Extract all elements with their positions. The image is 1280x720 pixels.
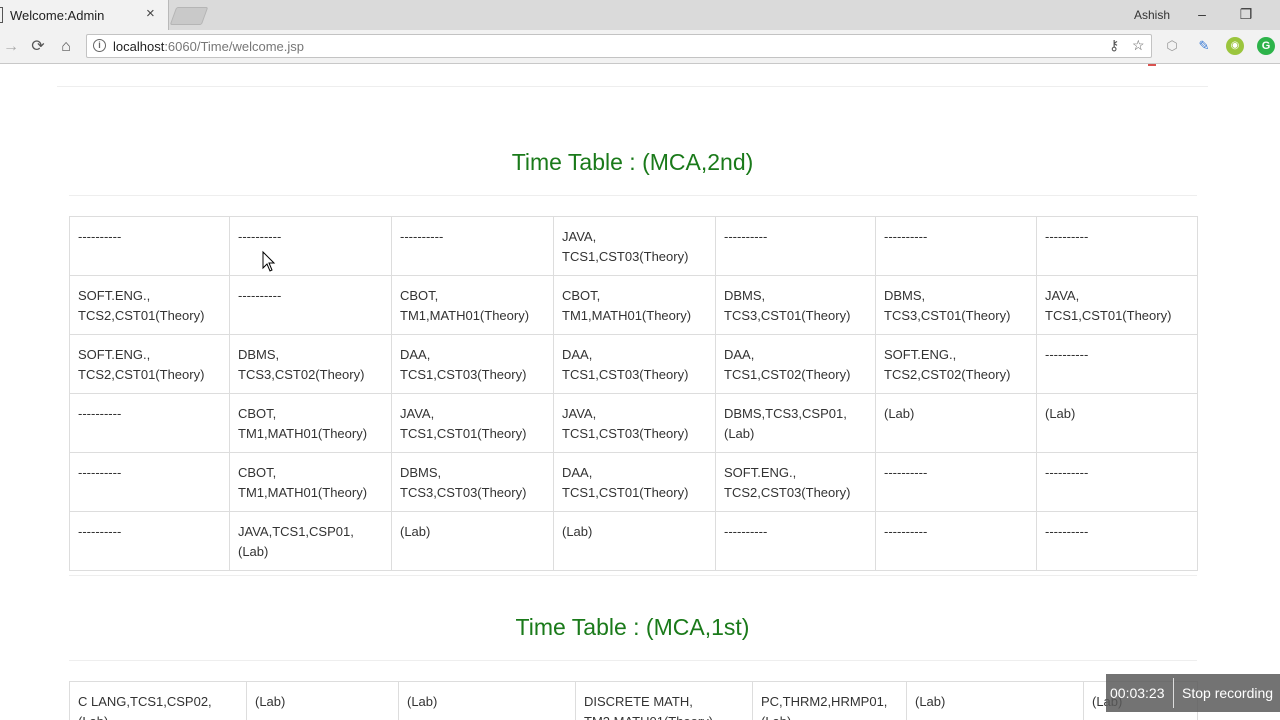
table-cell: ---------- [1036,452,1198,512]
stop-recording-button[interactable]: Stop recording [1182,685,1273,701]
table-cell: DBMS, TCS3,CST03(Theory) [391,452,554,512]
timetable-mca-1st: C LANG,TCS1,CSP02, (Lab)(Lab)(Lab)DISCRE… [69,681,1198,720]
table-cell: DAA, TCS1,CST01(Theory) [553,452,716,512]
minimize-button[interactable]: – [1190,4,1214,24]
reload-icon[interactable]: ⟳ [27,36,49,58]
divider [57,86,1208,87]
forward-icon[interactable]: → [0,36,22,58]
table-cell: JAVA, TCS1,CST01(Theory) [1036,275,1198,335]
table-cell: ---------- [69,216,230,276]
screen-recorder-bar: 00:03:23 Stop recording [1106,674,1280,712]
table-cell: (Lab) [246,681,399,720]
red-text-fragment [1148,64,1156,66]
key-icon[interactable]: ⚷ [1109,37,1119,54]
table-row: ---------- CBOT, TM1,MATH01(Theory) DBMS, … [69,452,1198,512]
table-row: SOFT.ENG., TCS2,CST01(Theory) DBMS, TCS3,… [69,334,1198,394]
timetable-mca-2nd: ---------- ---------- ---------- JAVA, TCS1… [69,216,1198,571]
table-cell: DAA, TCS1,CST02(Theory) [715,334,876,394]
tab-close-icon[interactable]: × [146,6,155,22]
table-cell: SOFT.ENG., TCS2,CST01(Theory) [69,334,230,394]
table-row: ---------- CBOT, TM1,MATH01(Theory) JAVA, … [69,393,1198,453]
table-cell: C LANG,TCS1,CSP02, (Lab) [69,681,247,720]
table-cell: DBMS, TCS3,CST02(Theory) [229,334,392,394]
table-cell: DBMS, TCS3,CST01(Theory) [715,275,876,335]
home-icon[interactable]: ⌂ [55,36,77,58]
table-cell: SOFT.ENG., TCS2,CST03(Theory) [715,452,876,512]
table-cell: ---------- [875,452,1037,512]
table-cell: ---------- [69,511,230,571]
page-favicon-icon [0,7,3,23]
tab-strip: Welcome:Admin × Ashish – ❐ [0,0,1280,30]
table-cell: (Lab) [875,393,1037,453]
table-row: ---------- ---------- ---------- JAVA, TCS1… [69,216,1198,276]
table-cell: SOFT.ENG., TCS2,CST02(Theory) [875,334,1037,394]
page-content: Time Table : (MCA,2nd) ---------- -------… [0,64,1280,720]
table-cell: (Lab) [1036,393,1198,453]
new-tab-button[interactable] [169,7,209,25]
info-icon[interactable]: i [93,39,106,52]
timetable-title-mca-1st: Time Table : (MCA,1st) [515,614,750,640]
table-cell: ---------- [1036,216,1198,276]
table-cell: DAA, TCS1,CST03(Theory) [553,334,716,394]
table-cell: ---------- [715,216,876,276]
table-cell: ---------- [391,216,554,276]
table-cell: CBOT, TM1,MATH01(Theory) [553,275,716,335]
table-row: SOFT.ENG., TCS2,CST01(Theory) ---------- C… [69,275,1198,335]
extension-green-icon[interactable]: ◉ [1226,37,1244,55]
tab-title: Welcome:Admin [10,8,105,23]
table-cell: JAVA,TCS1,CSP01, (Lab) [229,511,392,571]
table-cell: ---------- [1036,511,1198,571]
divider [69,575,1197,576]
table-row: ---------- JAVA,TCS1,CSP01, (Lab) (Lab) (La… [69,511,1198,571]
recording-timer: 00:03:23 [1110,685,1165,701]
table-cell: DISCRETE MATH, TM2,MATH01(Theory) [575,681,753,720]
table-cell: ---------- [69,452,230,512]
table-cell: CBOT, TM1,MATH01(Theory) [229,393,392,453]
mouse-cursor-icon [262,250,276,272]
extension-shield-icon[interactable]: ⬡ [1163,37,1181,55]
url-text[interactable]: localhost:6060/Time/welcome.jsp [113,39,304,54]
eyedropper-icon[interactable]: ✎ [1195,37,1213,55]
table-cell: (Lab) [906,681,1084,720]
table-cell: ---------- [229,275,392,335]
divider [69,660,1197,661]
table-cell: JAVA, TCS1,CST03(Theory) [553,393,716,453]
table-cell: ---------- [69,393,230,453]
table-cell: JAVA, TCS1,CST03(Theory) [553,216,716,276]
recorder-separator [1173,678,1174,708]
table-cell: (Lab) [391,511,554,571]
timetable-title-mca-2nd: Time Table : (MCA,2nd) [511,149,754,175]
address-bar[interactable]: i localhost:6060/Time/welcome.jsp ⚷ ☆ [86,34,1152,58]
star-icon[interactable]: ☆ [1132,37,1145,54]
table-cell: CBOT, TM1,MATH01(Theory) [391,275,554,335]
table-cell: (Lab) [398,681,576,720]
table-cell: SOFT.ENG., TCS2,CST01(Theory) [69,275,230,335]
table-cell: DBMS,TCS3,CSP01, (Lab) [715,393,876,453]
table-cell: JAVA, TCS1,CST01(Theory) [391,393,554,453]
table-cell: CBOT, TM1,MATH01(Theory) [229,452,392,512]
table-cell: ---------- [1036,334,1198,394]
grammarly-icon[interactable]: G [1257,37,1275,55]
table-cell: DBMS, TCS3,CST01(Theory) [875,275,1037,335]
browser-toolbar: → ⟳ ⌂ i localhost:6060/Time/welcome.jsp … [0,30,1280,64]
table-cell: ---------- [715,511,876,571]
divider [69,195,1197,196]
table-row: C LANG,TCS1,CSP02, (Lab)(Lab)(Lab)DISCRE… [69,681,1198,720]
table-cell: ---------- [875,511,1037,571]
table-cell: (Lab) [553,511,716,571]
profile-name[interactable]: Ashish [1134,8,1170,22]
browser-tab[interactable]: Welcome:Admin × [0,0,169,30]
table-cell: DAA, TCS1,CST03(Theory) [391,334,554,394]
table-cell: ---------- [229,216,392,276]
table-cell: ---------- [875,216,1037,276]
table-cell: PC,THRM2,HRMP01, (Lab) [752,681,907,720]
restore-button[interactable]: ❐ [1234,4,1258,24]
